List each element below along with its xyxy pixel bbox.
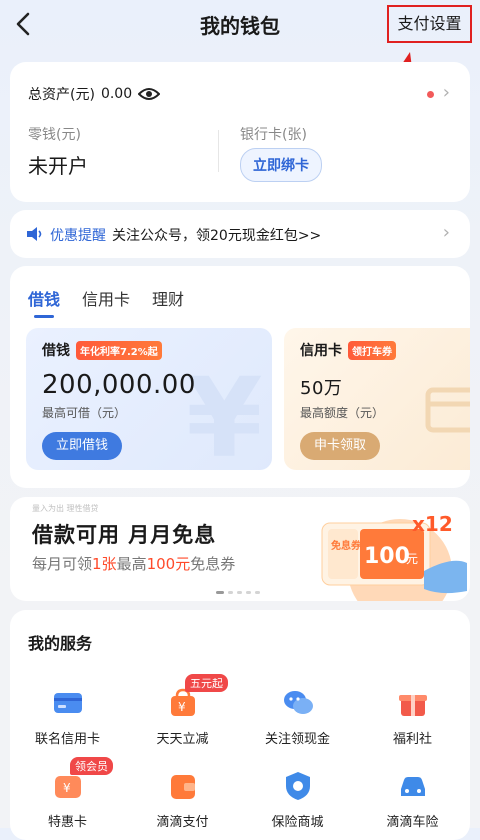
banner-sub-part: 每月可领 xyxy=(32,555,93,573)
banner-sub-count: 1张 xyxy=(92,555,117,573)
tab-credit-card[interactable]: 信用卡 xyxy=(82,286,130,310)
carousel-dots xyxy=(216,591,260,594)
banner-disclaimer: 量入为出 理性借贷 xyxy=(32,504,99,513)
loan-sub: 最高可借（元） xyxy=(42,406,127,420)
service-label: 天天立减 xyxy=(156,732,209,747)
credit-product-card[interactable]: 信用卡 领打车券 50万 最高额度（元） 申卡领取 xyxy=(284,328,470,470)
bank-label: 银行卡(张) xyxy=(240,127,307,143)
carousel-dot xyxy=(237,591,242,594)
finance-card: 借钱 信用卡 理财 ¥ 借钱 年化利率7.2%起 200,000.00 最高可借… xyxy=(10,266,470,488)
header: 我的钱包 支付设置 xyxy=(0,0,480,50)
service-label: 滴滴支付 xyxy=(156,815,209,830)
eye-icon[interactable] xyxy=(138,86,161,102)
gift-icon xyxy=(398,695,427,716)
service-label: 滴滴车险 xyxy=(386,815,439,830)
carousel-dot xyxy=(228,591,233,594)
finance-tabs: 借钱 信用卡 理财 xyxy=(28,286,184,318)
banner-title: 借款可用 月月免息 xyxy=(32,523,217,547)
bind-card-button[interactable]: 立即绑卡 xyxy=(240,148,322,182)
loan-product-card[interactable]: ¥ 借钱 年化利率7.2%起 200,000.00 最高可借（元） 立即借钱 xyxy=(26,328,272,470)
rate-tag: 年化利率7.2%起 xyxy=(76,340,162,360)
coupon-illustration-icon: x12 免息券 100 元 xyxy=(321,512,467,601)
speaker-icon xyxy=(27,227,42,241)
service-label: 福利社 xyxy=(392,732,432,747)
car-icon xyxy=(400,777,425,796)
bank-column: 银行卡(张) 立即绑卡 xyxy=(240,124,322,182)
loan-amount: 200,000.00 xyxy=(42,370,196,400)
banner-sub-amount: 100元 xyxy=(146,555,191,573)
change-label: 零钱(元) xyxy=(28,127,81,143)
shield-icon xyxy=(285,772,310,800)
service-welfare[interactable]: 福利社 xyxy=(355,682,470,747)
total-assets-label: 总资产(元) xyxy=(28,87,95,103)
notice-highlight: 优惠提醒 xyxy=(50,228,106,244)
promo-banner[interactable]: 量入为出 理性借贷 借款可用 月月免息 每月可领1张最高100元免息券 x12 … xyxy=(10,497,470,601)
multiplier-text: x12 xyxy=(412,512,453,536)
borrow-now-button[interactable]: 立即借钱 xyxy=(42,432,123,460)
credit-amount: 50万 xyxy=(300,378,343,399)
notification-dot xyxy=(427,91,434,98)
wechat-icon xyxy=(283,691,313,714)
tab-wealth[interactable]: 理财 xyxy=(152,286,184,310)
pay-settings-button[interactable]: 支付设置 xyxy=(387,5,472,43)
carousel-dot xyxy=(255,591,260,594)
services-grid: 联名信用卡 五元起 ¥ 天天立减 关注领现金 福利社 领会员 ¥ 特惠卡 滴滴支… xyxy=(10,674,470,830)
service-badge: 五元起 xyxy=(185,674,228,692)
chevron-right-icon[interactable]: › xyxy=(443,222,450,243)
service-daily-discount[interactable]: 五元起 ¥ 天天立减 xyxy=(125,674,240,747)
service-label: 联名信用卡 xyxy=(34,732,100,747)
service-insurance-mall[interactable]: 保险商城 xyxy=(240,765,355,830)
wallet-icon xyxy=(170,775,195,799)
service-label: 特惠卡 xyxy=(47,815,87,830)
banner-sub-part: 免息券 xyxy=(190,555,236,573)
service-didi-pay[interactable]: 滴滴支付 xyxy=(125,765,240,830)
svg-text:¥: ¥ xyxy=(63,781,71,795)
service-badge: 领会员 xyxy=(70,757,113,775)
change-column[interactable]: 零钱(元) 未开户 xyxy=(28,124,88,179)
total-assets: 总资产(元) 0.00 xyxy=(28,84,161,104)
service-special-card[interactable]: 领会员 ¥ 特惠卡 xyxy=(10,757,125,830)
service-label: 保险商城 xyxy=(271,815,324,830)
service-co-branded-card[interactable]: 联名信用卡 xyxy=(10,682,125,747)
svg-text:¥: ¥ xyxy=(178,700,186,714)
promo-notice[interactable]: 优惠提醒 关注公众号，领20元现金红包>> › xyxy=(10,210,470,258)
divider xyxy=(218,130,219,172)
apply-card-button[interactable]: 申卡领取 xyxy=(300,432,381,460)
credit-name: 信用卡 xyxy=(300,343,342,359)
service-car-insurance[interactable]: 滴滴车险 xyxy=(355,765,470,830)
banner-sub-part: 最高 xyxy=(116,555,147,573)
coupon-value-text: 100 xyxy=(364,544,410,569)
change-value: 未开户 xyxy=(28,154,88,178)
loan-name: 借钱 xyxy=(42,343,70,359)
credit-sub: 最高额度（元） xyxy=(300,406,385,420)
services-title: 我的服务 xyxy=(28,634,93,653)
total-assets-value: 0.00 xyxy=(100,86,133,102)
service-label: 关注领现金 xyxy=(264,732,330,747)
my-services: 我的服务 联名信用卡 五元起 ¥ 天天立减 关注领现金 福利社 领会员 ¥ 特惠… xyxy=(10,610,470,840)
tab-borrow[interactable]: 借钱 xyxy=(28,286,60,318)
coupon-unit-text: 元 xyxy=(406,552,418,566)
service-follow-cash[interactable]: 关注领现金 xyxy=(240,682,355,747)
carousel-dot xyxy=(246,591,251,594)
banner-subtitle: 每月可领1张最高100元免息券 xyxy=(32,553,235,574)
notice-message: 关注公众号，领20元现金红包>> xyxy=(112,228,322,244)
chevron-right-icon[interactable]: › xyxy=(443,82,450,103)
carousel-dot xyxy=(216,591,224,594)
coupon-tag-text: 免息券 xyxy=(331,539,362,552)
taxi-coupon-tag: 领打车券 xyxy=(348,340,396,360)
credit-card-icon xyxy=(53,693,82,713)
notice-text: 优惠提醒 关注公众号，领20元现金红包>> xyxy=(50,225,321,245)
asset-card[interactable]: 总资产(元) 0.00 › 零钱(元) 未开户 银行卡(张) 立即绑卡 xyxy=(10,62,470,202)
